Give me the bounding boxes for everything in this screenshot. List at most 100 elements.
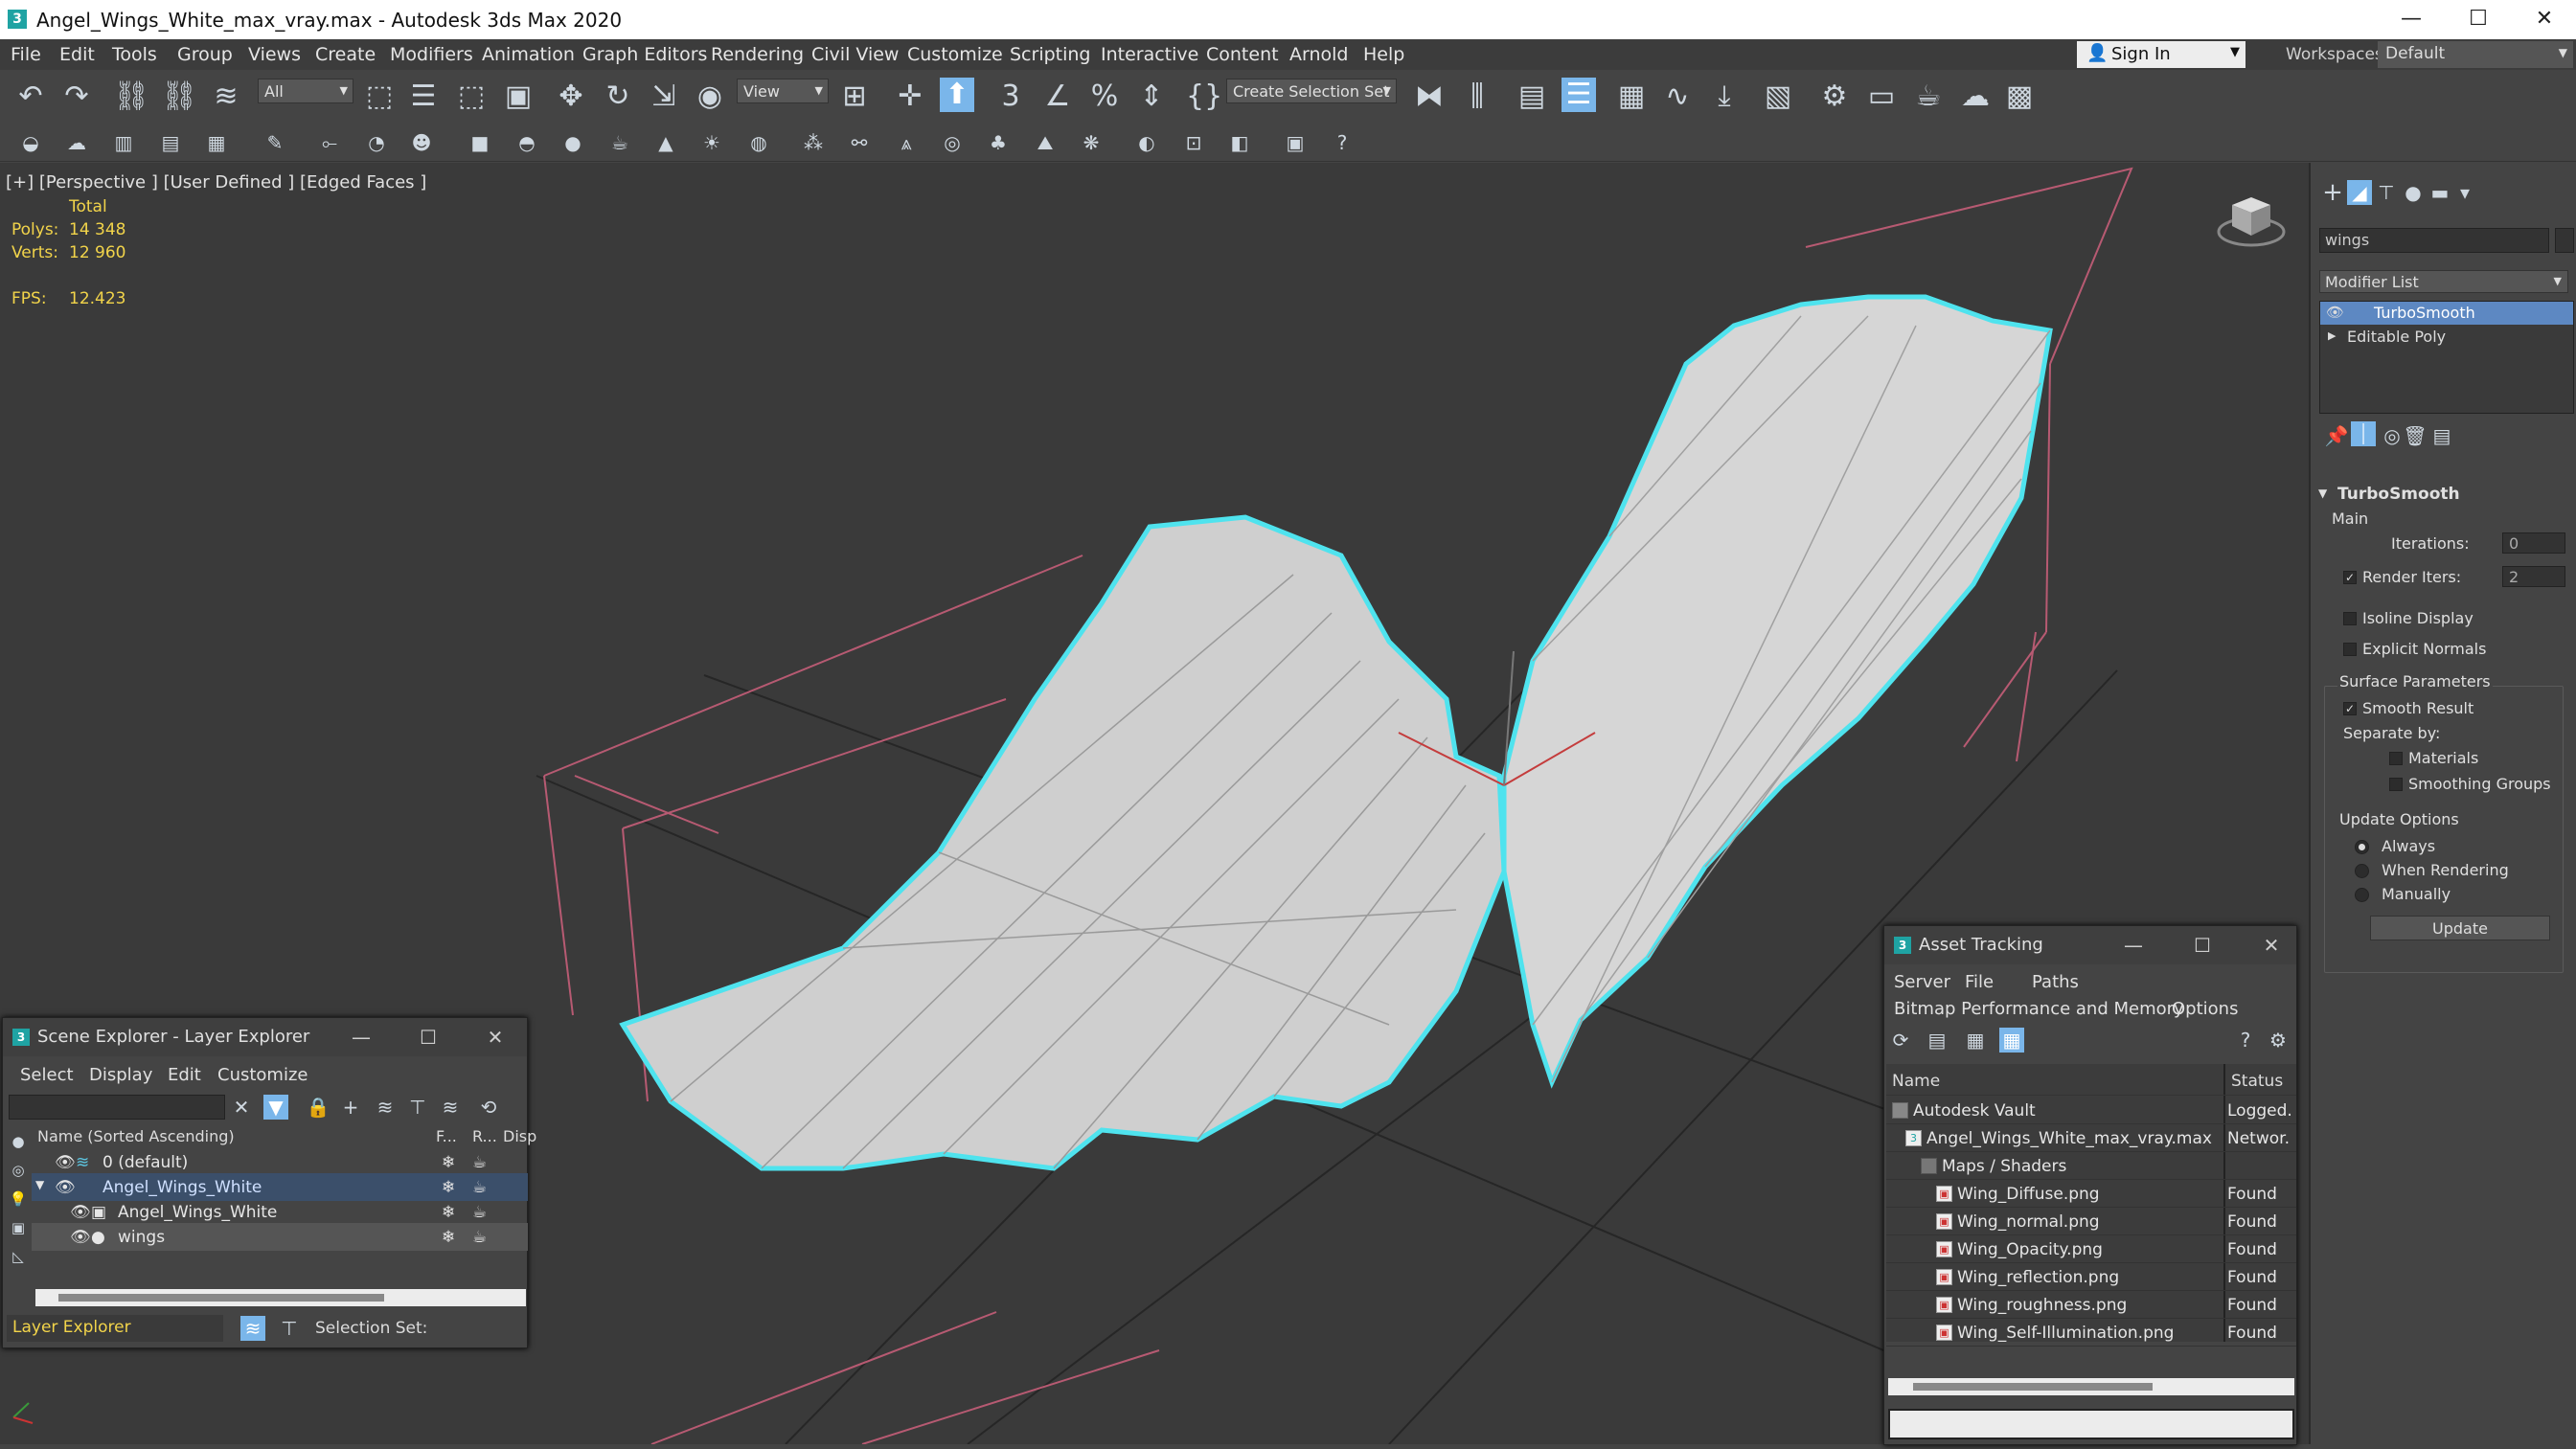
make-unique-icon[interactable]: ◎ bbox=[2380, 423, 2405, 448]
display-cameras-icon[interactable]: ▣ bbox=[7, 1215, 30, 1238]
tree-row[interactable]: 👁 ● wings ❄ ☕ bbox=[32, 1223, 528, 1251]
menu-arnold[interactable]: Arnold bbox=[1289, 44, 1348, 65]
undo-icon[interactable]: ↶ bbox=[13, 79, 48, 114]
rollout-collapse-icon[interactable]: ▼ bbox=[2318, 487, 2327, 500]
horizontal-scrollbar[interactable] bbox=[1888, 1378, 2294, 1395]
select-by-name-icon[interactable]: ☰ bbox=[406, 79, 441, 114]
menu-customize[interactable]: Customize bbox=[907, 44, 1003, 65]
menu-customize[interactable]: Customize bbox=[217, 1065, 308, 1085]
settings-icon[interactable]: ⚙ bbox=[2266, 1028, 2291, 1053]
rendered-frame-window-icon[interactable]: ▭ bbox=[1864, 79, 1899, 114]
menu-bitmap-performance[interactable]: Bitmap Performance and Memory bbox=[1894, 999, 2184, 1019]
align-icon[interactable]: ⫼ bbox=[1460, 79, 1494, 114]
ruler-tool-icon[interactable]: ⟜ bbox=[317, 130, 342, 155]
hierarchy-tab-icon[interactable]: ⊤ bbox=[2374, 180, 2399, 205]
scrollbar-thumb[interactable] bbox=[58, 1294, 384, 1302]
filter-icon[interactable]: ▼ bbox=[263, 1095, 288, 1120]
search-input[interactable] bbox=[9, 1095, 225, 1120]
column-render[interactable]: R... bbox=[472, 1127, 497, 1145]
menu-help[interactable]: Help bbox=[1363, 44, 1404, 65]
eye-icon[interactable]: 👁 bbox=[55, 1178, 76, 1197]
material-ball-icon[interactable]: ◐ bbox=[1134, 130, 1159, 155]
mirror-icon[interactable]: ⧓ bbox=[1412, 79, 1447, 114]
workspace-dropdown[interactable]: Default ▼ bbox=[2378, 41, 2573, 68]
rotate-icon[interactable]: ↻ bbox=[601, 79, 635, 114]
scrollbar-thumb[interactable] bbox=[1913, 1383, 2153, 1391]
freeze-icon[interactable]: ❄ bbox=[442, 1228, 455, 1247]
asset-row[interactable]: Maps / Shaders bbox=[1886, 1152, 2296, 1180]
freeze-icon[interactable]: ❄ bbox=[442, 1153, 455, 1172]
layer-tool-icon[interactable]: ▥ bbox=[111, 130, 136, 155]
box-primitive-icon[interactable]: ■ bbox=[467, 130, 492, 155]
reference-coord-dropdown[interactable]: View ▼ bbox=[737, 79, 829, 103]
asset-row[interactable]: Autodesk Vault Logged. bbox=[1886, 1097, 2296, 1124]
sign-in-dropdown[interactable]: 👤 Sign In ▼ bbox=[2077, 41, 2245, 68]
bind-space-warp-icon[interactable]: ≋ bbox=[209, 79, 243, 114]
update-manually-radio[interactable] bbox=[2355, 888, 2369, 902]
explorer-mode-dropdown[interactable]: Layer Explorer bbox=[7, 1315, 223, 1342]
menu-select[interactable]: Select bbox=[20, 1065, 74, 1085]
eye-icon[interactable]: 👁 bbox=[70, 1203, 91, 1222]
cloud-tool-icon[interactable]: ☁ bbox=[64, 130, 89, 155]
scale-icon[interactable]: ⇲ bbox=[647, 79, 681, 114]
asset-row[interactable]: 3 Angel_Wings_White_max_vray.max Networ.. bbox=[1886, 1124, 2296, 1152]
asset-row[interactable]: ▣ Wing_Self-Illumination.png Found bbox=[1886, 1319, 2296, 1347]
menu-edit[interactable]: Edit bbox=[59, 44, 95, 65]
menu-content[interactable]: Content bbox=[1206, 44, 1279, 65]
create-tab-icon[interactable]: + bbox=[2320, 180, 2345, 205]
explicit-normals-checkbox[interactable] bbox=[2343, 643, 2357, 656]
modify-tab-icon[interactable]: ◢ bbox=[2347, 180, 2372, 205]
menu-create[interactable]: Create bbox=[315, 44, 376, 65]
table-tool-icon[interactable]: ▦ bbox=[204, 130, 229, 155]
menu-animation[interactable]: Animation bbox=[482, 44, 575, 65]
sheet-tool-icon[interactable]: ▤ bbox=[158, 130, 183, 155]
render-setup-icon[interactable]: ⚙ bbox=[1817, 79, 1852, 114]
minimize-button[interactable]: — bbox=[2392, 4, 2430, 34]
placement-icon[interactable]: ◉ bbox=[693, 79, 727, 114]
remove-modifier-icon[interactable]: 🗑 bbox=[2403, 423, 2428, 448]
scene-explorer-titlebar[interactable]: 3 Scene Explorer - Layer Explorer — ☐ ✕ bbox=[3, 1018, 527, 1056]
smoothing-groups-checkbox[interactable] bbox=[2389, 778, 2403, 791]
help-icon[interactable]: ? bbox=[1330, 130, 1355, 155]
eye-icon[interactable]: 👁 bbox=[55, 1153, 76, 1172]
menu-display[interactable]: Display bbox=[89, 1065, 152, 1085]
link-icon[interactable]: ⛓ bbox=[113, 79, 149, 114]
menu-tools[interactable]: Tools bbox=[112, 44, 157, 65]
hierarchy-icon[interactable]: ⊤ bbox=[405, 1095, 430, 1120]
minimize-button[interactable]: — bbox=[348, 1024, 375, 1051]
redo-icon[interactable]: ↷ bbox=[59, 79, 94, 114]
sphere-primitive-icon[interactable]: ● bbox=[560, 130, 585, 155]
motion-tab-icon[interactable]: ● bbox=[2401, 180, 2426, 205]
omni-light-icon[interactable]: ◍ bbox=[746, 130, 771, 155]
column-status[interactable]: Status bbox=[2231, 1072, 2283, 1091]
menu-file[interactable]: File bbox=[11, 44, 41, 65]
iterations-spinner[interactable]: 0 bbox=[2502, 532, 2565, 554]
materials-checkbox[interactable] bbox=[2389, 752, 2403, 765]
particle-tool-icon[interactable]: ⁂ bbox=[801, 130, 826, 155]
plant-tool-icon[interactable]: ♣ bbox=[986, 130, 1011, 155]
schematic-view-icon[interactable]: ⤓ bbox=[1707, 79, 1742, 114]
column-name[interactable]: Name (Sorted Ascending) bbox=[37, 1127, 235, 1145]
stack-item-editable-poly[interactable]: ▶ Editable Poly bbox=[2320, 326, 2573, 349]
render-color-icon[interactable]: ◧ bbox=[1227, 130, 1252, 155]
clock-tool-icon[interactable]: ◔ bbox=[364, 130, 389, 155]
column-freeze[interactable]: F... bbox=[436, 1127, 457, 1145]
a360-gallery-icon[interactable]: ▩ bbox=[2002, 79, 2037, 114]
sun-light-icon[interactable]: ☀ bbox=[699, 130, 724, 155]
menu-group[interactable]: Group bbox=[177, 44, 233, 65]
sync-icon[interactable]: ⟲ bbox=[476, 1095, 501, 1120]
column-name[interactable]: Name bbox=[1892, 1072, 1940, 1091]
minimize-button[interactable]: — bbox=[2120, 932, 2147, 959]
freeze-icon[interactable]: ❄ bbox=[442, 1203, 455, 1222]
terrain-tool-icon[interactable]: ⛰ bbox=[1033, 130, 1058, 155]
expand-arrow-icon[interactable]: ▶ bbox=[2328, 329, 2336, 342]
menu-edit[interactable]: Edit bbox=[168, 1065, 201, 1085]
render-region-icon[interactable]: ⊡ bbox=[1181, 130, 1206, 155]
rectangular-selection-icon[interactable]: ⬚ bbox=[454, 79, 489, 114]
asset-row[interactable]: ▣ Wing_roughness.png Found bbox=[1886, 1291, 2296, 1319]
list-view-icon[interactable]: ▤ bbox=[1925, 1028, 1949, 1053]
curve-editor-icon[interactable]: ∿ bbox=[1660, 79, 1695, 114]
tree-row[interactable]: 👁 ▣ Angel_Wings_White ❄ ☕ bbox=[32, 1198, 528, 1226]
isoline-display-checkbox[interactable] bbox=[2343, 612, 2357, 625]
toggle-ribbon-icon[interactable]: ▦ bbox=[1614, 79, 1649, 114]
